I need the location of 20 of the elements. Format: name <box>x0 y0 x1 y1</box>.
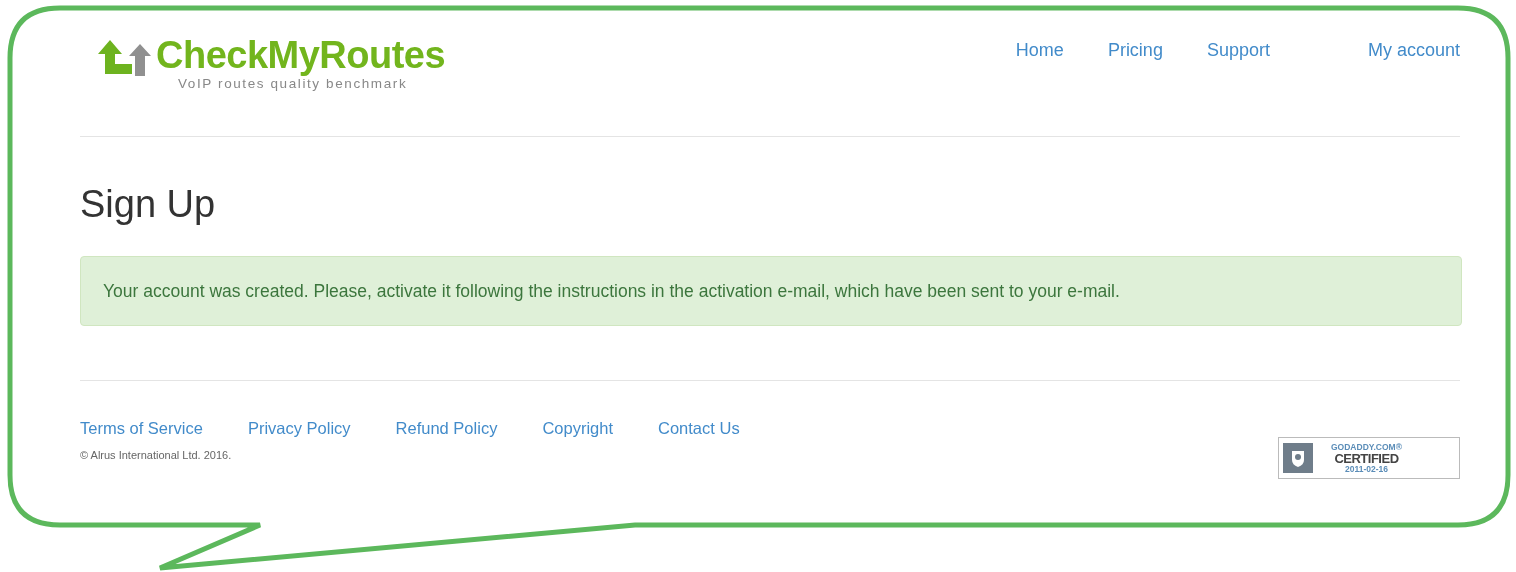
success-alert: Your account was created. Please, activate it following the instructions in the activation e-mail, which have been sent to your e-mail. <box>80 256 1462 326</box>
brand-name: CheckMyRoutes <box>156 34 446 76</box>
tagline: VoIP routes quality benchmark <box>178 76 409 92</box>
footer-link[interactable]: Terms of Service <box>80 417 203 439</box>
footer-link[interactable]: Copyright <box>542 417 613 439</box>
copyright-text: © Alrus International Ltd. 2016. <box>80 449 233 461</box>
badge-brand: GODADDY.COM® <box>1331 443 1402 452</box>
footer-link[interactable]: Contact Us <box>658 417 740 439</box>
nav-link[interactable]: Support <box>1206 38 1270 62</box>
nav-link[interactable]: Home <box>1015 38 1064 62</box>
nav-link[interactable]: My account <box>1367 38 1460 62</box>
logo[interactable]: CheckMyRoutes VoIP routes quality benchmark <box>96 32 446 92</box>
shield-icon <box>1283 443 1313 473</box>
page-heading: Sign Up <box>80 182 217 226</box>
badge-status: CERTIFIED <box>1334 451 1399 465</box>
nav-link[interactable]: Pricing <box>1107 38 1163 62</box>
certified-badge[interactable]: GODADDY.COM® CERTIFIED 2011-02-16 <box>1278 437 1460 479</box>
badge-date: 2011-02-16 <box>1344 464 1388 473</box>
footer-link[interactable]: Privacy Policy <box>247 417 351 439</box>
footer-link[interactable]: Refund Policy <box>395 417 498 439</box>
